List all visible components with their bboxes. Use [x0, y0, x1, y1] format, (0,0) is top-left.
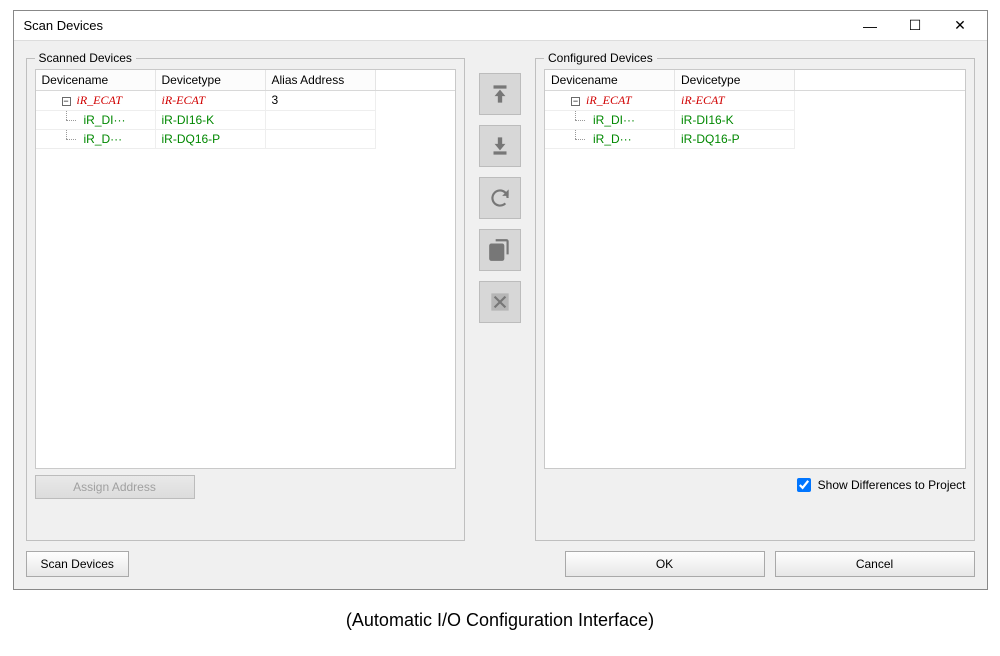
col-alias-address[interactable]: Alias Address	[266, 70, 376, 90]
configured-devices-group: Configured Devices Devicename Devicetype…	[535, 51, 975, 541]
device-type: iR-DI16-K	[156, 111, 266, 130]
scanned-devices-tree[interactable]: Devicename Devicetype Alias Address −iR_…	[35, 69, 457, 469]
maximize-button[interactable]: ☐	[893, 12, 938, 40]
device-name: iR_D···	[593, 132, 632, 146]
device-name: iR_ECAT	[586, 93, 632, 107]
table-row[interactable]: iR_DI··· iR-DI16-K	[36, 111, 456, 130]
table-row[interactable]: iR_DI··· iR-DI16-K	[545, 111, 965, 130]
scanned-devices-group: Scanned Devices Devicename Devicetype Al…	[26, 51, 466, 541]
col-devicename[interactable]: Devicename	[36, 70, 156, 90]
device-type: iR-DI16-K	[675, 111, 795, 130]
alias-address: 3	[266, 91, 376, 111]
alias-address	[266, 111, 376, 130]
minimize-button[interactable]: —	[848, 12, 893, 40]
alias-address	[266, 130, 376, 149]
move-up-button[interactable]	[479, 73, 521, 115]
show-differences-checkbox[interactable]	[797, 478, 811, 492]
table-row[interactable]: iR_D··· iR-DQ16-P	[545, 130, 965, 149]
table-row[interactable]: −iR_ECAT iR-ECAT3	[36, 91, 456, 111]
device-name: iR_ECAT	[77, 93, 123, 107]
titlebar[interactable]: Scan Devices — ☐ ✕	[14, 11, 987, 41]
device-type: iR-DQ16-P	[675, 130, 795, 149]
scanned-devices-legend: Scanned Devices	[35, 51, 136, 65]
remove-button[interactable]	[479, 281, 521, 323]
device-type: iR-DQ16-P	[156, 130, 266, 149]
transfer-buttons	[475, 51, 525, 541]
device-name: iR_D···	[84, 132, 123, 146]
close-button[interactable]: ✕	[938, 12, 983, 40]
copy-button[interactable]	[479, 229, 521, 271]
ok-button[interactable]: OK	[565, 551, 765, 577]
col-devicetype[interactable]: Devicetype	[156, 70, 266, 90]
table-row[interactable]: −iR_ECAT iR-ECAT	[545, 91, 965, 111]
col-devicetype[interactable]: Devicetype	[675, 70, 795, 90]
cancel-button[interactable]: Cancel	[775, 551, 975, 577]
configured-devices-legend: Configured Devices	[544, 51, 657, 65]
col-devicename[interactable]: Devicename	[545, 70, 675, 90]
move-down-button[interactable]	[479, 125, 521, 167]
window-title: Scan Devices	[24, 18, 848, 33]
device-type: iR-ECAT	[156, 91, 266, 111]
figure-caption: (Automatic I/O Configuration Interface)	[13, 610, 988, 631]
scan-devices-button[interactable]: Scan Devices	[26, 551, 129, 577]
device-name: iR_DI···	[593, 113, 635, 127]
sync-button[interactable]	[479, 177, 521, 219]
table-row[interactable]: iR_D··· iR-DQ16-P	[36, 130, 456, 149]
show-differences-label[interactable]: Show Differences to Project	[818, 478, 966, 492]
expander-icon[interactable]: −	[571, 97, 580, 106]
device-type: iR-ECAT	[675, 91, 795, 111]
configured-devices-tree[interactable]: Devicename Devicetype −iR_ECATiR-ECATiR_…	[544, 69, 966, 469]
expander-icon[interactable]: −	[62, 97, 71, 106]
device-name: iR_DI···	[84, 113, 126, 127]
scan-devices-window: Scan Devices — ☐ ✕ Scanned Devices Devic…	[13, 10, 988, 590]
assign-address-button[interactable]: Assign Address	[35, 475, 195, 499]
